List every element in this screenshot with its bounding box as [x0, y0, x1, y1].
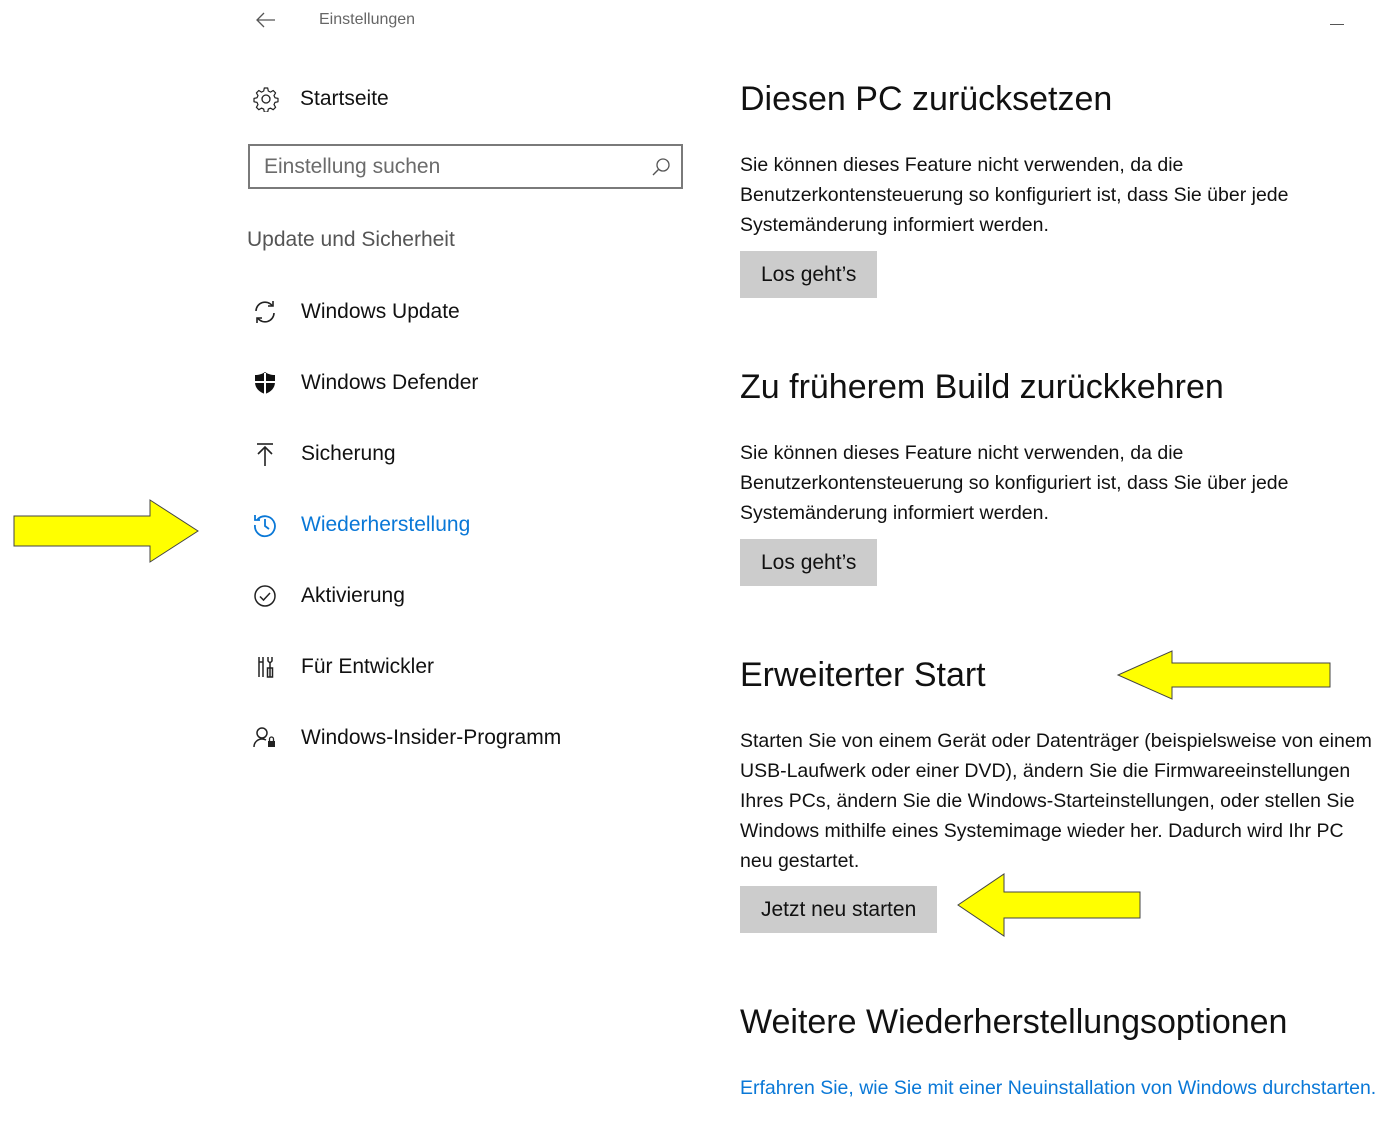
sidebar-item-label: Windows Update: [301, 300, 460, 323]
rollback-description: Sie können dieses Feature nicht verwende…: [740, 442, 1289, 524]
reset-pc-description: Sie können dieses Feature nicht verwende…: [740, 154, 1289, 236]
reset-pc-button[interactable]: Los geht’s: [740, 251, 878, 298]
sidebar-item-label: Für Entwickler: [301, 655, 435, 678]
minimize-button[interactable]: [1322, 6, 1352, 34]
shield-icon: [248, 366, 282, 400]
sidebar-item-label: Windows-Insider-Programm: [301, 726, 562, 749]
upload-icon: [248, 437, 282, 471]
minimize-icon: [1330, 23, 1344, 25]
advanced-startup-heading: Erweiterter Start: [740, 656, 986, 694]
sidebar-item-windows-defender[interactable]: Windows Defender: [248, 363, 688, 403]
sidebar-item-wiederherstellung[interactable]: Wiederherstellung: [248, 505, 688, 545]
sidebar-item-sicherung[interactable]: Sicherung: [248, 434, 688, 474]
insider-icon: [248, 721, 282, 755]
back-arrow-icon: [256, 12, 275, 28]
arrow-annotation-icon: [957, 873, 1141, 937]
fresh-start-link[interactable]: Erfahren Sie, wie Sie mit einer Neuinsta…: [740, 1073, 1380, 1103]
advanced-startup-description: Starten Sie von einem Gerät oder Datentr…: [740, 730, 1372, 872]
sync-icon: [248, 295, 282, 329]
sidebar-item-label: Sicherung: [301, 442, 396, 465]
sidebar-item-label: Wiederherstellung: [301, 513, 471, 536]
arrow-annotation-icon: [1116, 650, 1331, 700]
sidebar-item-label: Aktivierung: [301, 584, 405, 607]
sidebar-item-windows-insider[interactable]: Windows-Insider-Programm: [248, 718, 688, 758]
sidebar-item-label: Windows Defender: [301, 371, 479, 394]
sidebar-item-windows-update[interactable]: Windows Update: [248, 292, 688, 332]
developer-tools-icon: [248, 650, 282, 684]
history-icon: [248, 508, 282, 542]
more-recovery-heading: Weitere Wiederherstellungsoptionen: [740, 1003, 1288, 1041]
reset-pc-heading: Diesen PC zurücksetzen: [740, 80, 1113, 118]
check-circle-icon: [248, 579, 282, 613]
gear-icon: [250, 83, 282, 115]
restart-now-button[interactable]: Jetzt neu starten: [740, 886, 938, 933]
arrow-annotation-icon: [13, 499, 199, 563]
section-heading: Update und Sicherheit: [247, 228, 455, 251]
sidebar-item-aktivierung[interactable]: Aktivierung: [248, 576, 688, 616]
home-link[interactable]: Startseite: [250, 82, 389, 116]
back-button[interactable]: [252, 6, 280, 34]
rollback-heading: Zu früherem Build zurückkehren: [740, 368, 1224, 406]
search-field[interactable]: [248, 144, 683, 189]
rollback-button[interactable]: Los geht’s: [740, 539, 878, 586]
sidebar-item-fuer-entwickler[interactable]: Für Entwickler: [248, 647, 688, 687]
search-input[interactable]: [264, 152, 634, 182]
home-label: Startseite: [300, 87, 389, 110]
search-icon[interactable]: [649, 155, 673, 179]
app-title: Einstellungen: [319, 11, 416, 28]
